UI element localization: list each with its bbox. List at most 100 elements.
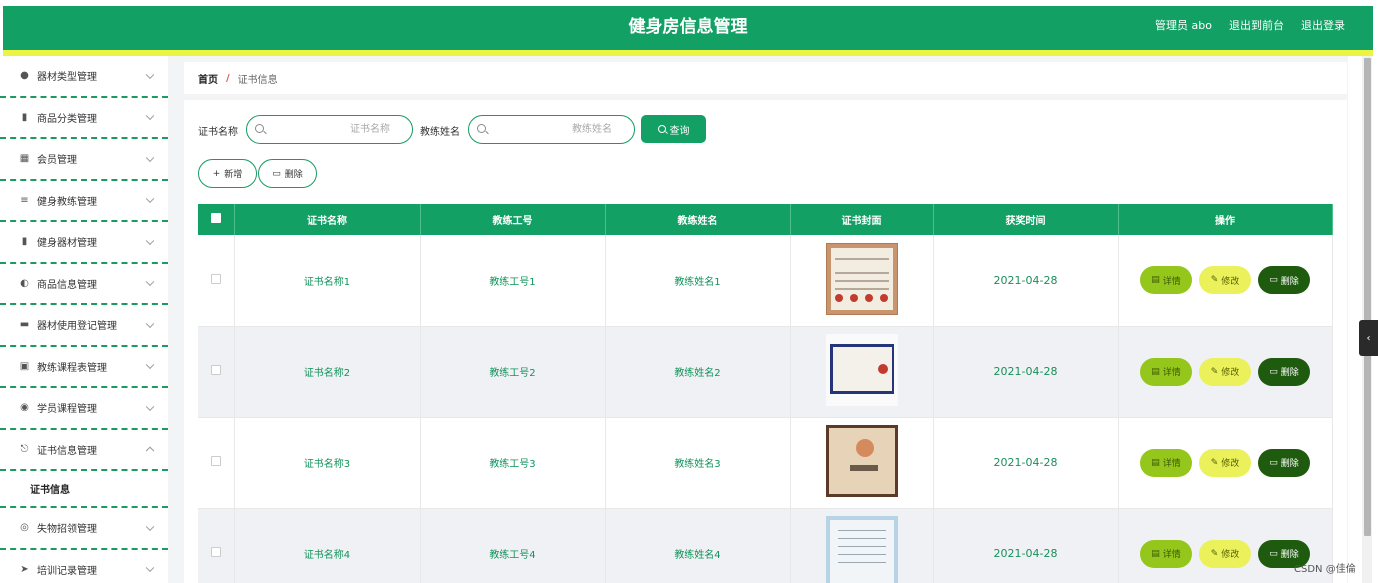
globe-icon: ◎ <box>20 522 29 534</box>
actions-cell: ▤ 详情 ✎ 修改 ▭ 删除 <box>1118 326 1333 418</box>
query-button[interactable]: 查询 <box>641 115 706 143</box>
coach-name-input[interactable] <box>469 116 634 143</box>
add-button[interactable]: + 新增 <box>198 159 257 188</box>
sidebar-menu: ● 器材类型管理 ▮ 商品分类管理 ▦ 会员管理 ≡ 健身教练管理 ▮ 健身器材… <box>0 56 168 583</box>
batch-delete-label: 删除 <box>284 170 303 180</box>
coach-no-cell: 教练工号3 <box>420 417 606 509</box>
table-row: 证书名称1 教练工号1 教练姓名1 2021-04-28 ▤详情 ✎修改 ▭ <box>198 235 1333 327</box>
chevron-down-icon <box>145 402 155 411</box>
gauge-icon: ◐ <box>20 277 29 289</box>
sidebar-item-equipment-type[interactable]: ● 器材类型管理 <box>0 56 168 98</box>
delete-button[interactable]: ▭ 删除 <box>1258 266 1310 295</box>
header-links: 管理员 abo 退出到前台 退出登录 <box>1155 6 1345 46</box>
detail-label: 详情 <box>1162 459 1181 469</box>
sidebar-item-coach-schedule[interactable]: ▣ 教练课程表管理 <box>0 347 168 388</box>
edit-label: 修改 <box>1221 550 1240 560</box>
admin-user-label[interactable]: 管理员 abo <box>1155 6 1212 46</box>
column-header: 证书名称 <box>234 204 421 235</box>
edit-button[interactable]: ✎ 修改 <box>1199 357 1251 386</box>
breadcrumb-separator: / <box>226 72 230 84</box>
sidebar-item-member[interactable]: ▦ 会员管理 <box>0 139 168 181</box>
chevron-down-icon <box>145 360 155 370</box>
row-checkbox[interactable] <box>210 273 221 284</box>
sidebar-item-equipment-usage[interactable]: ▬ 器材使用登记管理 <box>0 305 168 347</box>
coach-name-cell: 教练姓名2 <box>605 326 791 418</box>
document-icon: ▤ <box>1151 548 1160 559</box>
breadcrumb-home[interactable]: 首页 <box>198 71 218 86</box>
sidebar-item-coach[interactable]: ≡ 健身教练管理 <box>0 181 168 222</box>
pencil-icon: ✎ <box>1210 366 1219 377</box>
select-all-checkbox[interactable] <box>210 213 221 223</box>
chevron-up-icon <box>145 446 155 456</box>
actions-cell: ▤ 详情 ✎ 修改 ▭ 删除 <box>1118 235 1333 327</box>
cert-name-cell: 证书名称3 <box>234 417 421 509</box>
detail-label: 详情 <box>1162 276 1181 287</box>
detail-button[interactable]: ▤ 详情 <box>1140 266 1192 295</box>
sidebar-item-equipment[interactable]: ▮ 健身器材管理 <box>0 222 168 264</box>
cert-name-search[interactable] <box>246 115 413 144</box>
row-checkbox[interactable] <box>210 547 221 557</box>
award-date-cell: 2021-04-28 <box>933 326 1119 418</box>
cert-name-input[interactable] <box>247 116 412 143</box>
chevron-down-icon <box>145 153 155 162</box>
detail-button[interactable]: ▤ 详情 <box>1140 357 1192 386</box>
delete-button[interactable]: ▭ 删除 <box>1258 448 1310 477</box>
column-header: 获奖时间 <box>933 204 1119 235</box>
chevron-left-icon[interactable]: ‹ <box>1359 320 1378 356</box>
certificate-image <box>825 516 898 583</box>
cert-cover-cell <box>790 235 934 327</box>
scrollbar-thumb[interactable] <box>1364 58 1371 536</box>
sidebar-item-certificate[interactable]: ⎋ 证书信息管理 <box>0 430 168 471</box>
column-header: 教练姓名 <box>605 204 791 235</box>
location-icon: ◉ <box>20 402 29 414</box>
certificate-image <box>825 334 898 406</box>
sidebar-item-lost-found[interactable]: ◎ 失物招领管理 <box>0 508 168 550</box>
add-button-label: 新增 <box>224 170 243 180</box>
back-to-front-link[interactable]: 退出到前台 <box>1229 6 1284 46</box>
sidebar-item-product-category[interactable]: ▮ 商品分类管理 <box>0 98 168 139</box>
row-checkbox[interactable] <box>210 365 221 375</box>
cert-name-cell: 证书名称2 <box>234 326 421 418</box>
trash-icon: ▭ <box>272 168 281 179</box>
top-header: 健身房信息管理 管理员 abo 退出到前台 退出登录 <box>3 6 1373 50</box>
chevron-down-icon <box>145 277 155 287</box>
sidebar-item-label: 健身器材管理 <box>37 238 97 250</box>
sidebar-item-student-course[interactable]: ◉ 学员课程管理 <box>0 388 168 430</box>
column-header: 教练工号 <box>420 204 606 235</box>
breadcrumb-current: 证书信息 <box>237 74 278 86</box>
cert-cover-cell <box>790 508 934 583</box>
column-header: 证书封面 <box>790 204 934 235</box>
row-checkbox[interactable] <box>210 456 221 466</box>
delete-button[interactable]: ▭ 删除 <box>1258 357 1310 386</box>
award-date-cell: 2021-04-28 <box>933 508 1119 583</box>
edit-button[interactable]: ✎ 修改 <box>1199 539 1251 568</box>
edit-label: 修改 <box>1221 368 1240 378</box>
detail-button[interactable]: ▤ 详情 <box>1140 539 1192 568</box>
trash-icon: ▭ <box>1269 457 1278 468</box>
cert-name-label: 证书名称 <box>198 127 238 138</box>
select-all-cell[interactable] <box>198 204 235 235</box>
certificate-image <box>825 425 898 497</box>
breadcrumb: 首页 / 证书信息 <box>184 62 1347 94</box>
search-icon <box>657 125 666 133</box>
edit-button[interactable]: ✎ 修改 <box>1199 448 1251 477</box>
grid-icon: ▦ <box>19 153 30 165</box>
chevron-down-icon <box>145 236 155 245</box>
edit-button[interactable]: ✎ 修改 <box>1199 266 1251 295</box>
sidebar-item-product-info[interactable]: ◐ 商品信息管理 <box>0 264 168 305</box>
award-date-cell: 2021-04-28 <box>933 417 1119 509</box>
coach-name-search[interactable] <box>468 115 635 144</box>
actions-cell: ▤ 详情 ✎ 修改 ▭ 删除 <box>1118 417 1333 509</box>
delete-label: 删除 <box>1280 368 1299 378</box>
table-row: 证书名称4 教练工号4 教练姓名4 2021-04-28 ▤详情 ✎修改 ▭ <box>198 508 1333 583</box>
delete-label: 删除 <box>1280 459 1299 469</box>
sidebar-subitem-certificate-info[interactable]: 证书信息 <box>0 471 168 508</box>
sidebar-item-label: 商品分类管理 <box>37 113 97 125</box>
sidebar-item-label: 健身教练管理 <box>37 196 97 208</box>
table-row: 证书名称2 教练工号2 教练姓名2 2021-04-28 ▤ 详情 ✎ 修改 ▭ 删除 <box>198 326 1333 418</box>
chevron-down-icon <box>145 111 155 121</box>
sidebar-item-training[interactable]: ➤ 培训记录管理 <box>0 550 168 583</box>
detail-button[interactable]: ▤ 详情 <box>1140 448 1192 477</box>
logout-link[interactable]: 退出登录 <box>1301 6 1345 46</box>
batch-delete-button[interactable]: ▭ 删除 <box>258 159 317 188</box>
